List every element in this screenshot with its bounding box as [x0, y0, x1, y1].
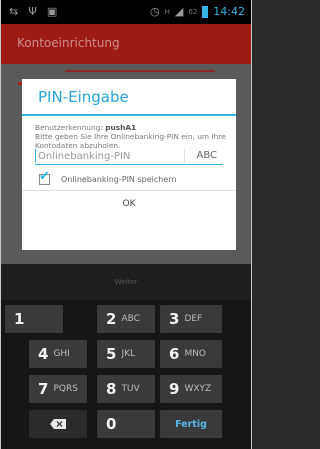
tab-underline — [65, 70, 215, 72]
key-6[interactable]: 6 MNO — [160, 340, 222, 368]
backspace-key[interactable] — [29, 410, 87, 438]
pin-input[interactable] — [38, 149, 188, 163]
key-4[interactable]: 4 GHI — [29, 340, 87, 368]
key-letters: TUV — [121, 384, 140, 394]
status-bar: ⇆ Ψ ▣ ◷ H ◢ 62 14:42 — [1, 0, 251, 24]
key-3[interactable]: 3 DEF — [160, 305, 222, 333]
clock: 14:42 — [213, 5, 245, 18]
key-letters: ABC — [121, 314, 140, 324]
numeric-keyboard: 1 2 ABC 3 DEF 4 GHI 5 JKL 6 MNO 7 PQRS 8… — [1, 300, 251, 449]
save-pin-checkbox[interactable]: ✔ — [39, 170, 50, 185]
input-mode-toggle[interactable]: ABC — [196, 150, 217, 161]
signal-icon: ◢ — [174, 5, 184, 18]
battery-percent: 62 — [188, 8, 198, 16]
android-debug-icon: ▣ — [46, 5, 58, 18]
text-cursor — [35, 149, 36, 162]
weiter-bar: Weiter — [1, 264, 251, 300]
backspace-icon — [50, 419, 66, 429]
notification-icons: ⇆ Ψ ▣ — [9, 5, 57, 19]
key-letters: JKL — [121, 349, 136, 359]
key-digit: 0 — [106, 415, 117, 433]
key-2[interactable]: 2 ABC — [97, 305, 155, 333]
save-pin-row[interactable]: ✔ Onlinebanking-PIN speichern — [39, 170, 177, 185]
key-0[interactable]: 0 — [97, 410, 155, 438]
key-digit: 1 — [14, 310, 25, 328]
key-digit: 3 — [169, 310, 180, 328]
system-icons: ◷ H ◢ 62 14:42 — [150, 4, 245, 20]
screen: ⇆ Ψ ▣ ◷ H ◢ 62 14:42 Kontoeinrichtung PI… — [1, 0, 251, 449]
battery-icon — [202, 6, 209, 18]
done-label: Fertig — [175, 418, 207, 430]
key-letters: WXYZ — [184, 384, 212, 394]
ok-button[interactable]: OK — [22, 191, 236, 216]
dialog-title: PIN-Eingabe — [38, 88, 129, 106]
user-id-label: Benutzerkennung: — [35, 123, 103, 132]
network-type-label: H — [164, 8, 170, 16]
key-digit: 9 — [169, 380, 180, 398]
alarm-icon: ◷ — [150, 5, 160, 18]
key-digit: 2 — [106, 310, 117, 328]
checkmark-icon: ✔ — [39, 169, 50, 184]
key-letters: DEF — [184, 314, 203, 324]
pin-field[interactable]: ABC — [35, 148, 223, 165]
weiter-button[interactable]: Weiter — [1, 278, 251, 286]
key-digit: 4 — [38, 345, 49, 363]
usb-icon: Ψ — [28, 5, 37, 18]
key-9[interactable]: 9 WXYZ — [160, 375, 222, 403]
title-divider — [22, 114, 236, 116]
key-letters: GHI — [53, 349, 70, 359]
save-pin-label: Onlinebanking-PIN speichern — [61, 175, 177, 184]
key-letters: MNO — [184, 349, 207, 359]
app-title: Kontoeinrichtung — [17, 36, 120, 50]
sync-icon: ⇆ — [9, 5, 19, 18]
key-digit: 8 — [106, 380, 117, 398]
key-digit: 6 — [169, 345, 180, 363]
user-id-value: pushA1 — [105, 123, 137, 132]
mode-separator — [184, 149, 185, 163]
key-7[interactable]: 7 PQRS — [29, 375, 87, 403]
user-id-line: Benutzerkennung: pushA1 — [35, 123, 230, 132]
key-digit: 5 — [106, 345, 117, 363]
key-digit: 7 — [38, 380, 49, 398]
key-8[interactable]: 8 TUV — [97, 375, 155, 403]
pin-dialog: PIN-Eingabe Benutzerkennung: pushA1 Bitt… — [22, 79, 236, 250]
done-key[interactable]: Fertig — [160, 410, 222, 438]
key-1[interactable]: 1 — [5, 305, 63, 333]
key-letters: PQRS — [53, 384, 78, 394]
key-5[interactable]: 5 JKL — [97, 340, 155, 368]
app-bar: Kontoeinrichtung — [1, 24, 251, 64]
